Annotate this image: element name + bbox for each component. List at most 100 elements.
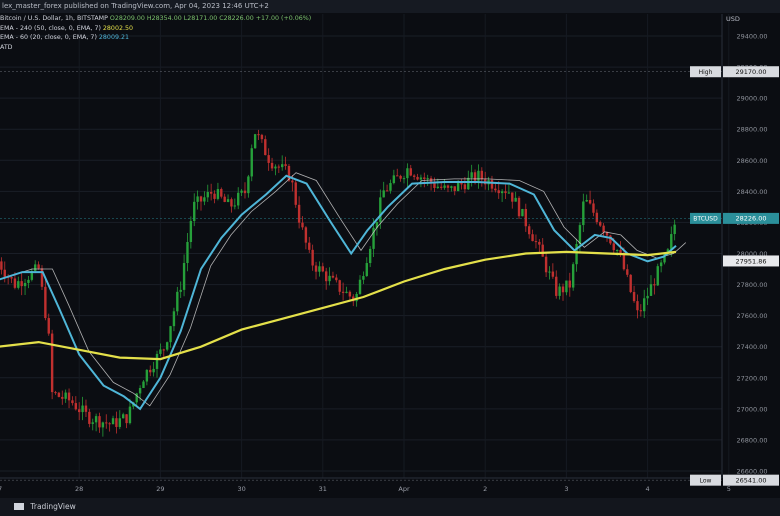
candle-body: [646, 295, 649, 299]
candle-body: [382, 190, 385, 198]
candle-body: [179, 289, 182, 292]
candle-body: [155, 353, 159, 369]
candle-body: [412, 175, 416, 177]
candle-body: [47, 318, 50, 334]
legend-symbol: Bitcoin / U.S. Dollar, 1h, BITSTAMP: [0, 15, 108, 22]
candle-body: [673, 224, 676, 235]
candle-body: [270, 162, 274, 169]
candle-body: [622, 253, 626, 270]
candle-body: [507, 192, 511, 194]
candle-body: [253, 134, 257, 149]
candle-body: [345, 291, 348, 293]
candle-body: [142, 381, 145, 389]
candle-body: [440, 186, 443, 188]
x-tick-label: 4: [646, 485, 650, 493]
ema60-line: [0, 174, 677, 411]
currency-label: USD: [726, 15, 740, 23]
legend-ema240-value: 28002.50: [102, 24, 133, 32]
candle-body: [362, 276, 365, 280]
candle-body: [409, 168, 412, 176]
candle-body: [585, 200, 588, 202]
candle-body: [358, 279, 362, 294]
legend-ema240-row[interactable]: EMA - 240 (50, close, 0, EMA, 7) 28002.5…: [0, 24, 311, 34]
candle-body: [399, 175, 402, 179]
candle-body: [314, 265, 318, 272]
candle-body: [199, 196, 203, 202]
candle-body: [128, 406, 132, 424]
footer-brand[interactable]: TradingView: [30, 502, 75, 511]
candle-body: [595, 212, 599, 223]
y-tick-label: 27000.00: [736, 405, 767, 413]
y-tick-label: 28400.00: [736, 188, 767, 196]
candle-body: [84, 405, 88, 412]
candle-body: [125, 414, 128, 424]
candle-body: [456, 183, 460, 192]
candle-body: [321, 266, 324, 272]
candle-body: [402, 178, 406, 180]
candle-body: [64, 392, 67, 399]
candle-body: [419, 177, 423, 180]
candle-body: [389, 183, 392, 191]
candle-body: [277, 166, 281, 168]
candle-body: [612, 243, 615, 251]
candle-body: [416, 176, 419, 180]
candle-body: [226, 199, 230, 202]
y-tick-label: 28600.00: [736, 157, 767, 165]
candle-body: [94, 416, 98, 423]
candle-body: [565, 280, 568, 293]
candle-body: [240, 190, 243, 193]
x-tick-label: 30: [237, 485, 245, 493]
legend-ema60-row[interactable]: EMA - 60 (20, close, 0, EMA, 7) 28009.21: [0, 33, 311, 43]
y-tick-label: 27600.00: [736, 312, 767, 320]
candle-body: [162, 349, 165, 351]
candle-body: [497, 190, 500, 194]
candle-body: [216, 189, 220, 199]
candle-body: [257, 134, 260, 136]
candle-body: [281, 164, 284, 168]
candle-body: [165, 342, 169, 350]
candle-body: [186, 241, 189, 264]
x-tick-label: 31: [319, 485, 327, 493]
tradingview-logo-icon[interactable]: [14, 502, 24, 510]
candle-body: [619, 249, 622, 254]
y-tick-label: 27400.00: [736, 343, 767, 351]
candle-body: [632, 292, 636, 302]
candle-body: [639, 310, 643, 312]
x-tick-label: 5: [727, 485, 731, 493]
marker-tag-label: High: [699, 69, 713, 76]
candle-body: [659, 262, 663, 267]
candle-body: [118, 418, 121, 427]
candle-body: [392, 175, 396, 184]
y-tick-label: 29000.00: [736, 95, 767, 103]
candle-body: [318, 266, 321, 272]
candle-body: [629, 274, 632, 293]
y-tick-label: 28800.00: [736, 126, 767, 134]
y-tick-label: 26600.00: [736, 468, 767, 476]
candle-body: [13, 278, 17, 288]
candle-body: [544, 256, 548, 273]
price-chart[interactable]: 29400.0029200.0029000.0028800.0028600.00…: [0, 0, 780, 516]
legend-symbol-row[interactable]: Bitcoin / U.S. Dollar, 1h, BITSTAMP O282…: [0, 14, 311, 24]
candle-body: [78, 409, 81, 413]
candle-body: [301, 222, 304, 228]
candle-body: [670, 234, 673, 250]
candle-body: [615, 249, 619, 251]
x-tick-label: 28: [75, 485, 83, 493]
legend-ohlc: O28209.00 H28354.00 L28171.00 C28226.00 …: [109, 15, 312, 22]
candle-body: [209, 191, 213, 194]
publisher-bar: lex_master_forex published on TradingVie…: [0, 0, 780, 13]
candle-body: [504, 191, 507, 194]
candle-body: [555, 276, 558, 296]
candle-body: [88, 411, 91, 424]
legend-ema240-label: EMA - 240 (50, close, 0, EMA, 7): [0, 24, 101, 32]
candle-body: [294, 182, 297, 205]
y-tick-label: 29400.00: [736, 33, 767, 41]
price-marker-value: 29170.00: [735, 68, 766, 76]
marker-tag-label: BTCUSD: [693, 216, 718, 223]
x-tick-label: 3: [564, 485, 568, 493]
legend-atr-row[interactable]: ATD: [0, 43, 311, 53]
candle-body: [531, 234, 534, 242]
candle-body: [511, 192, 514, 202]
candle-body: [433, 183, 436, 188]
candle-body: [588, 200, 592, 204]
